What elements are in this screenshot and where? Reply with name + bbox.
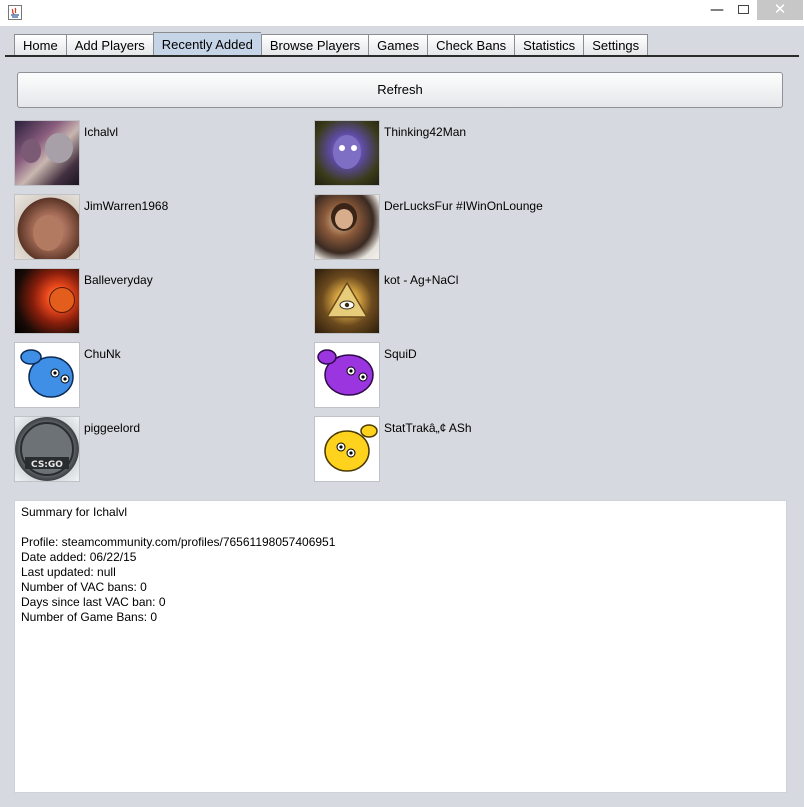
player-name: piggeelord [84, 421, 141, 435]
title-bar: — ✕ [0, 0, 804, 26]
player-name: kot - Ag+NaCl [384, 273, 459, 287]
close-button[interactable]: ✕ [757, 0, 803, 20]
tab-browse-players[interactable]: Browse Players [260, 34, 369, 56]
summary-title: Summary for Ichalvl [21, 505, 128, 519]
player-name: Balleveryday [84, 273, 153, 287]
csgo-logo-icon: CS:GO [20, 422, 74, 476]
player-name: Thinking42Man [384, 125, 467, 139]
summary-vac-bans: Number of VAC bans: 0 [21, 580, 147, 594]
tab-statistics[interactable]: Statistics [514, 34, 584, 56]
jimwarren1968-avatar[interactable] [14, 194, 80, 260]
squid-avatar[interactable] [314, 342, 380, 408]
tab-recently-added[interactable]: Recently Added [152, 32, 261, 56]
piggeelord-avatar[interactable]: CS:GO [14, 416, 80, 482]
stattrak-ash-avatar[interactable] [314, 416, 380, 482]
summary-profile: Profile: steamcommunity.com/profiles/765… [21, 535, 336, 549]
svg-text:CS:GO: CS:GO [31, 460, 63, 470]
tab-divider [5, 55, 799, 57]
balleveryday-avatar[interactable] [14, 268, 80, 334]
tab-home[interactable]: Home [14, 34, 66, 56]
derlucksfur-avatar[interactable] [314, 194, 380, 260]
pyramid-eye-icon [325, 281, 369, 318]
summary-date-added: Date added: 06/22/15 [21, 550, 137, 564]
player-name: Ichalvl [84, 125, 119, 139]
player-name: StatTrakâ„¢ ASh [384, 421, 472, 435]
minimize-button[interactable]: — [705, 0, 729, 20]
summary-panel[interactable]: Summary for Ichalvl Profile: steamcommun… [14, 500, 787, 793]
tab-check-bans[interactable]: Check Bans [427, 34, 515, 56]
player-name: SquiD [384, 347, 417, 361]
summary-last-updated: Last updated: null [21, 565, 116, 579]
tab-bar: Home Add Players Recently Added Browse P… [14, 32, 649, 56]
maximize-icon [737, 5, 749, 14]
player-name: JimWarren1968 [84, 199, 169, 213]
chunk-avatar[interactable] [14, 342, 80, 408]
app-window: — ✕ Home Add Players Recently Added Brow… [0, 0, 804, 807]
tab-games[interactable]: Games [368, 34, 428, 56]
tab-settings[interactable]: Settings [583, 34, 649, 56]
maximize-button[interactable] [733, 0, 753, 20]
blue-blob-icon [20, 349, 74, 398]
player-name: ChuNk [84, 347, 121, 361]
thinking42man-avatar[interactable] [314, 120, 380, 186]
summary-days-since-vac: Days since last VAC ban: 0 [21, 595, 166, 609]
tab-add-players[interactable]: Add Players [65, 34, 153, 56]
ichalvl-avatar[interactable] [14, 120, 80, 186]
yellow-blob-icon [324, 424, 378, 472]
purple-blob-icon [317, 349, 374, 396]
kot-avatar[interactable] [314, 268, 380, 334]
summary-game-bans: Number of Game Bans: 0 [21, 610, 158, 624]
player-name: DerLucksFur #IWinOnLounge [384, 199, 543, 213]
refresh-button[interactable]: Refresh [17, 72, 783, 108]
java-app-icon [8, 5, 22, 20]
